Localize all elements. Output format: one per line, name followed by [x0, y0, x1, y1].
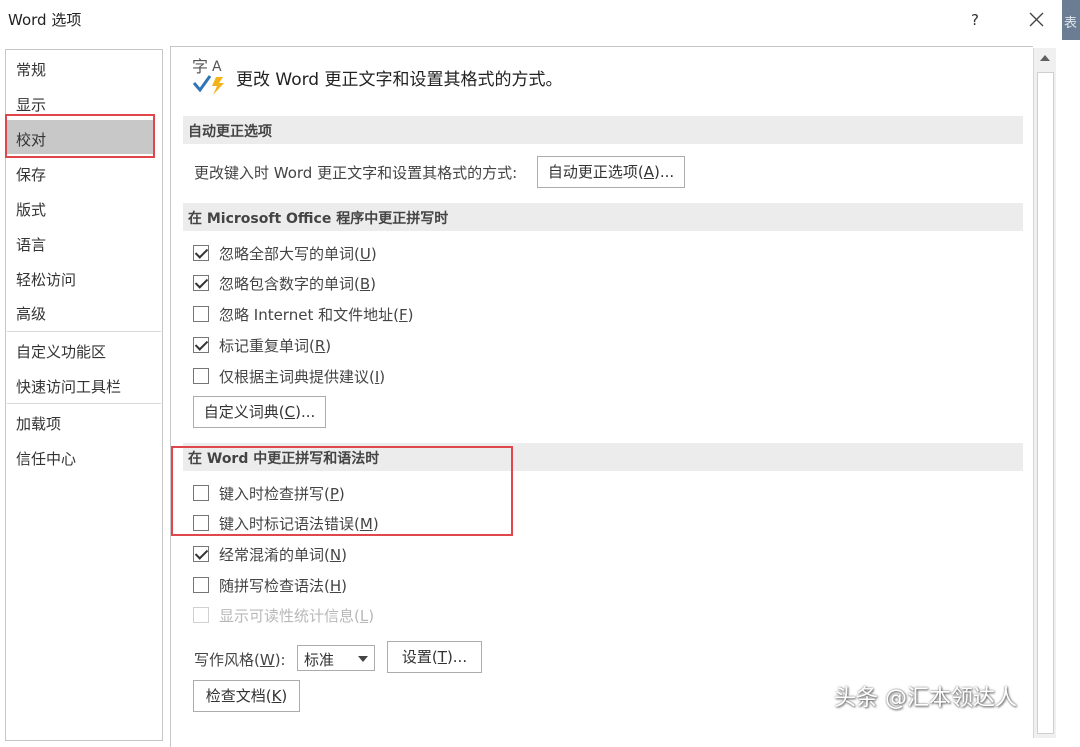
checkbox[interactable]	[193, 245, 209, 261]
checkbox[interactable]	[193, 306, 209, 322]
checkbox-label: 经常混淆的单词(N)	[219, 546, 347, 564]
custom-dictionaries-button[interactable]: 自定义词典(C)...	[193, 396, 326, 428]
chevron-down-icon	[358, 656, 368, 662]
background-window-text: 表	[1064, 16, 1078, 31]
close-icon	[1029, 12, 1044, 27]
checkbox-label: 忽略包含数字的单词(B)	[219, 275, 377, 293]
close-button[interactable]	[1020, 6, 1052, 34]
sidebar-item-quick-access[interactable]: 快速访问工具栏	[16, 376, 121, 397]
autocorrect-label: 更改键入时 Word 更正文字和设置其格式的方式:	[194, 164, 518, 182]
sidebar-item-customize-ribbon[interactable]: 自定义功能区	[16, 341, 106, 362]
watermark: 头条 @汇本领达人	[834, 686, 1017, 711]
svg-text:字: 字	[192, 57, 208, 76]
section-autocorrect: 自动更正选项	[183, 116, 1023, 144]
sidebar-divider	[7, 403, 161, 404]
sidebar-divider	[7, 331, 161, 332]
window-title: Word 选项	[8, 11, 82, 29]
checkbox-label: 随拼写检查语法(H)	[219, 577, 347, 595]
sidebar-item-addins[interactable]: 加载项	[16, 413, 61, 434]
highlight-box-word-section	[171, 446, 513, 536]
checkbox[interactable]	[193, 337, 209, 353]
autocorrect-options-button[interactable]: 自动更正选项(A)...	[537, 156, 685, 188]
section-office-spelling: 在 Microsoft Office 程序中更正拼写时	[183, 203, 1023, 231]
scroll-up-icon[interactable]	[1040, 55, 1050, 61]
vertical-scrollbar[interactable]	[1033, 48, 1056, 738]
section-title: 自动更正选项	[188, 124, 272, 140]
writing-style-value: 标准	[304, 651, 335, 669]
proofing-abc-icon: 字 A	[190, 55, 230, 97]
svg-text:A: A	[212, 59, 222, 75]
checkbox[interactable]	[193, 275, 209, 291]
highlight-box-proofing	[5, 114, 155, 158]
title-bar: Word 选项 ? 表	[0, 0, 1080, 40]
check-document-button[interactable]: 检查文档(K)	[193, 680, 300, 712]
section-title: 在 Microsoft Office 程序中更正拼写时	[188, 211, 449, 227]
help-button[interactable]: ?	[960, 8, 990, 32]
background-window-edge: 表	[1062, 0, 1080, 40]
checkbox[interactable]	[193, 546, 209, 562]
checkbox-label: 忽略 Internet 和文件地址(F)	[219, 306, 414, 324]
checkbox[interactable]	[193, 577, 209, 593]
scroll-thumb[interactable]	[1037, 72, 1054, 734]
checkbox-label: 忽略全部大写的单词(U)	[219, 245, 377, 263]
settings-button[interactable]: 设置(T)...	[387, 641, 482, 673]
page-header: 更改 Word 更正文字和设置其格式的方式。	[236, 70, 563, 90]
sidebar-item-trust-center[interactable]: 信任中心	[16, 448, 76, 469]
sidebar-item-display[interactable]: 显示	[16, 94, 46, 115]
sidebar-item-layout[interactable]: 版式	[16, 199, 46, 220]
checkbox	[193, 607, 209, 623]
sidebar-item-language[interactable]: 语言	[16, 234, 46, 255]
checkbox-label: 显示可读性统计信息(L)	[219, 607, 375, 625]
sidebar-item-advanced[interactable]: 高级	[16, 303, 46, 324]
checkbox-label: 仅根据主词典提供建议(I)	[219, 368, 386, 386]
checkbox-label: 标记重复单词(R)	[219, 337, 332, 355]
sidebar-item-general[interactable]: 常规	[16, 59, 46, 80]
writing-style-label: 写作风格(W):	[194, 651, 286, 669]
checkbox[interactable]	[193, 368, 209, 384]
sidebar-item-save[interactable]: 保存	[16, 164, 46, 185]
writing-style-select[interactable]: 标准	[297, 645, 375, 671]
sidebar-item-accessibility[interactable]: 轻松访问	[16, 269, 76, 290]
